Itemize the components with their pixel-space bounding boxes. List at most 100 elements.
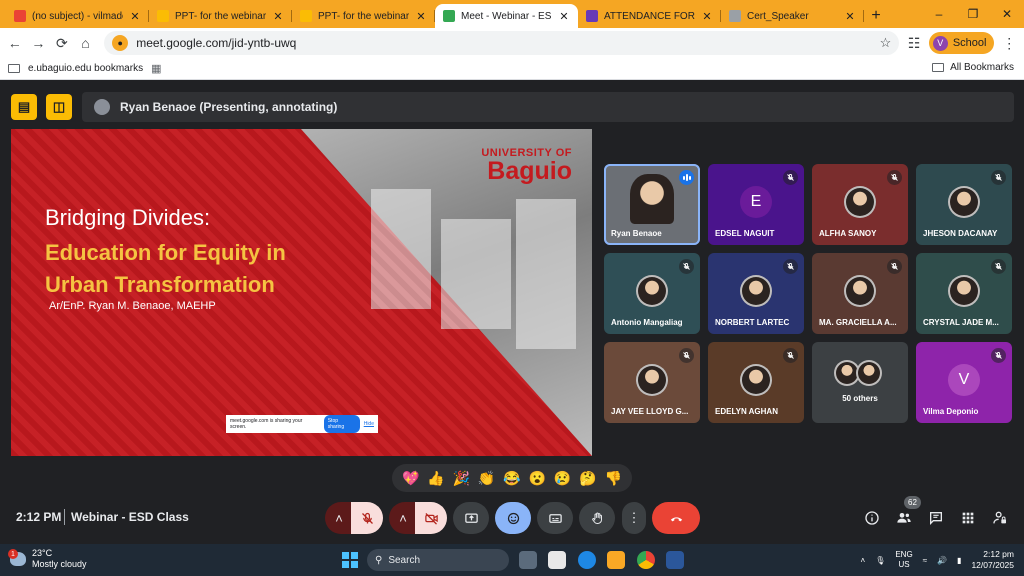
tab-close-icon[interactable]: ✕ xyxy=(844,10,856,23)
university-logo: UNIVERSITY OF Baguio xyxy=(481,147,572,184)
edge-icon[interactable] xyxy=(578,551,596,569)
profile-chip[interactable]: V School xyxy=(928,32,995,54)
windows-start-icon[interactable] xyxy=(342,552,358,568)
video-options-chevron-icon[interactable]: ˄ xyxy=(389,502,417,534)
leave-call-button[interactable] xyxy=(652,502,700,534)
browser-tab[interactable]: Meet - Webinar - ESD ✕ xyxy=(435,4,578,28)
host-controls-icon[interactable] xyxy=(990,508,1010,528)
audio-options-chevron-icon[interactable]: ˄ xyxy=(325,502,353,534)
tray-chevron-icon[interactable]: ˄ xyxy=(861,556,866,565)
tab-close-icon[interactable]: ✕ xyxy=(415,10,427,23)
participant-tile[interactable]: JHESON DACANAY xyxy=(916,164,1012,245)
wifi-icon[interactable]: ≈ xyxy=(923,556,927,565)
avatar xyxy=(844,275,876,307)
word-icon[interactable] xyxy=(666,551,684,569)
meeting-info-icon[interactable] xyxy=(862,508,882,528)
activities-icon[interactable] xyxy=(958,508,978,528)
site-info-icon[interactable]: ● xyxy=(112,35,129,51)
participant-tile[interactable]: E EDSEL NAGUIT xyxy=(708,164,804,245)
mic-off-icon xyxy=(679,348,694,363)
participant-tile[interactable]: ALFHA SANOY xyxy=(812,164,908,245)
store-icon[interactable] xyxy=(548,551,566,569)
present-layout-icon[interactable]: ◫ xyxy=(46,94,72,120)
participant-tile[interactable]: Ryan Benaoe xyxy=(604,164,700,245)
chrome-icon[interactable] xyxy=(637,551,655,569)
microphone-toggle-button[interactable] xyxy=(351,502,383,534)
browser-tab[interactable]: ATTENDANCE FORM FOR ✕ xyxy=(578,4,721,28)
reactions-button[interactable] xyxy=(495,502,531,534)
hide-notice-link[interactable]: Hide xyxy=(364,421,374,427)
restore-icon[interactable]: ❐ xyxy=(956,0,990,28)
tab-close-icon[interactable]: ✕ xyxy=(558,10,570,23)
stop-sharing-button[interactable]: Stop sharing xyxy=(323,415,360,433)
apps-grid-icon[interactable]: ▦ xyxy=(151,62,161,75)
system-clock[interactable]: 2:12 pm 12/07/2025 xyxy=(971,549,1014,571)
reaction-emoji[interactable]: 🤔 xyxy=(579,470,596,487)
stop-presenting-icon[interactable]: ▤ xyxy=(11,94,37,120)
mic-off-icon xyxy=(679,259,694,274)
bookmark-folder[interactable]: e.ubaguio.edu bookmarks xyxy=(28,63,143,74)
task-view-icon[interactable] xyxy=(519,551,537,569)
tab-title: PPT- for the webinar xyxy=(175,10,266,22)
browser-tab[interactable]: PPT- for the webinar ✕ xyxy=(292,4,435,28)
captions-button[interactable] xyxy=(537,502,573,534)
extensions-icon[interactable]: ☷ xyxy=(905,32,923,54)
browser-tab[interactable]: (no subject) - vilmadepon ✕ xyxy=(6,4,149,28)
participant-tile[interactable]: EDELYN AGHAN xyxy=(708,342,804,423)
close-window-icon[interactable]: ✕ xyxy=(990,0,1024,28)
file-explorer-icon[interactable] xyxy=(607,551,625,569)
participant-tile[interactable]: NORBERT LARTEC xyxy=(708,253,804,334)
people-icon[interactable] xyxy=(894,508,914,528)
tab-close-icon[interactable]: ✕ xyxy=(272,10,284,23)
browser-menu-icon[interactable]: ⋮ xyxy=(1000,32,1018,54)
reaction-emoji[interactable]: 🎉 xyxy=(453,470,470,487)
all-bookmarks[interactable]: All Bookmarks xyxy=(932,62,1014,73)
tab-title: ATTENDANCE FORM FOR xyxy=(604,10,695,22)
minimize-icon[interactable]: – xyxy=(922,0,956,28)
avatar xyxy=(948,186,980,218)
tab-favicon-icon xyxy=(586,10,598,22)
back-icon[interactable]: ← xyxy=(6,32,24,54)
participant-tile[interactable]: Antonio Mangaliag xyxy=(604,253,700,334)
reaction-emoji[interactable]: 💖 xyxy=(402,470,419,487)
participant-tile[interactable]: JAY VEE LLOYD G... xyxy=(604,342,700,423)
raise-hand-button[interactable] xyxy=(579,502,615,534)
reaction-emoji[interactable]: 👏 xyxy=(478,470,495,487)
url-text[interactable]: meet.google.com/jid-yntb-uwq xyxy=(136,36,871,50)
battery-icon[interactable]: ▮ xyxy=(957,556,961,565)
tab-favicon-icon xyxy=(729,10,741,22)
address-bar[interactable]: ● meet.google.com/jid-yntb-uwq ☆ xyxy=(104,31,900,55)
reaction-emoji[interactable]: 👍 xyxy=(427,470,444,487)
present-icon xyxy=(464,513,478,523)
participant-tile[interactable]: 50 others xyxy=(812,342,908,423)
reaction-emoji[interactable]: 👎 xyxy=(605,470,622,487)
more-options-icon[interactable]: ⋮ xyxy=(622,502,646,534)
tab-favicon-icon xyxy=(157,10,169,22)
bookmark-star-icon[interactable]: ☆ xyxy=(880,35,892,51)
volume-icon[interactable]: 🔊 xyxy=(937,556,947,565)
meet-control-bar: 2:12 PM Webinar - ESD Class ˄ ˄ ⋮ xyxy=(0,496,1024,540)
browser-tab[interactable]: Cert_Speaker ✕ xyxy=(721,4,864,28)
reaction-emoji[interactable]: 😂 xyxy=(503,470,520,487)
chat-icon[interactable] xyxy=(926,508,946,528)
weather-widget[interactable]: 1 23°C Mostly cloudy xyxy=(8,548,87,570)
present-screen-button[interactable] xyxy=(453,502,489,534)
chat-glyph xyxy=(930,512,942,525)
tab-close-icon[interactable]: ✕ xyxy=(701,10,713,23)
reaction-emoji[interactable]: 😮 xyxy=(529,470,546,487)
avatar xyxy=(740,275,772,307)
participant-tile[interactable]: V Vilma Deponio xyxy=(916,342,1012,423)
reaction-emoji[interactable]: 😢 xyxy=(554,470,571,487)
participant-tile[interactable]: CRYSTAL JADE M... xyxy=(916,253,1012,334)
input-language[interactable]: ENG US xyxy=(895,550,912,570)
forward-icon[interactable]: → xyxy=(30,32,48,54)
new-tab-button[interactable]: + xyxy=(864,4,888,28)
camera-toggle-button[interactable] xyxy=(415,502,447,534)
taskbar-search[interactable]: ⚲ Search xyxy=(367,549,509,571)
tab-close-icon[interactable]: ✕ xyxy=(129,10,141,23)
reload-icon[interactable]: ⟳ xyxy=(53,32,71,54)
tray-mic-icon[interactable]: 🎙 xyxy=(875,556,885,565)
browser-tab[interactable]: PPT- for the webinar ✕ xyxy=(149,4,292,28)
participant-tile[interactable]: MA. GRACIELLA A... xyxy=(812,253,908,334)
home-icon[interactable]: ⌂ xyxy=(77,32,95,54)
